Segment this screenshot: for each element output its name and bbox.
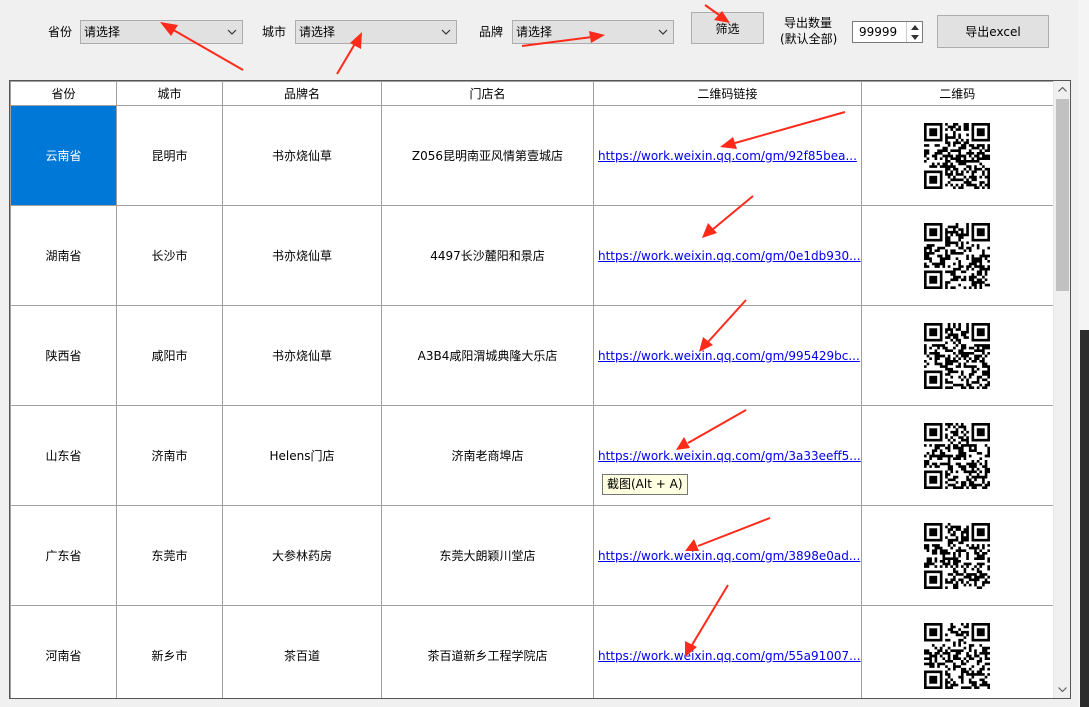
brand-select[interactable]: 请选择 <box>512 20 674 44</box>
cell-store[interactable]: 4497长沙麓阳和景店 <box>381 205 594 306</box>
cell-store[interactable]: Z056昆明南亚风情第壹城店 <box>381 105 594 206</box>
city-select-value: 请选择 <box>299 25 336 39</box>
table-row[interactable]: 陕西省 咸阳市 书亦烧仙草 A3B4咸阳渭城典隆大乐店 https://work… <box>10 305 1054 406</box>
cell-brand[interactable]: 书亦烧仙草 <box>222 205 382 306</box>
cell-brand[interactable]: 书亦烧仙草 <box>222 105 382 206</box>
cell-qr-code <box>860 305 1054 406</box>
qr-link[interactable]: https://work.weixin.qq.com/gm/92f85bea..… <box>598 149 857 163</box>
vertical-scrollbar[interactable] <box>1053 81 1070 698</box>
cell-city[interactable]: 昆明市 <box>116 105 223 206</box>
province-select-value: 请选择 <box>84 25 121 39</box>
cell-province[interactable]: 山东省 <box>10 405 117 506</box>
chevron-down-icon[interactable] <box>656 21 670 43</box>
cell-qr-code <box>860 505 1054 606</box>
scrollbar-thumb[interactable] <box>1056 99 1069 291</box>
cell-store[interactable]: A3B4咸阳渭城典隆大乐店 <box>381 305 594 406</box>
screenshot-tooltip: 截图(Alt + A) <box>602 474 688 495</box>
cell-store[interactable]: 东莞大朗颖川堂店 <box>381 505 594 606</box>
table-row[interactable]: 云南省 昆明市 书亦烧仙草 Z056昆明南亚风情第壹城店 https://wor… <box>10 105 1054 206</box>
cell-city[interactable]: 济南市 <box>116 405 223 506</box>
cell-qr-link[interactable]: https://work.weixin.qq.com/gm/0e1db930..… <box>593 205 862 306</box>
qr-link[interactable]: https://work.weixin.qq.com/gm/3898e0ad..… <box>598 549 860 563</box>
chevron-down-icon[interactable] <box>225 21 239 43</box>
table-row[interactable]: 广东省 东莞市 大参林药房 东莞大朗颖川堂店 https://work.weix… <box>10 505 1054 606</box>
table-header-row: 省份 城市 品牌名 门店名 二维码链接 二维码 <box>10 81 1054 106</box>
header-city[interactable]: 城市 <box>116 81 223 106</box>
cell-qr-code <box>860 105 1054 206</box>
cell-city[interactable]: 新乡市 <box>116 605 223 698</box>
header-province[interactable]: 省份 <box>10 81 117 106</box>
qr-code-icon <box>924 622 991 689</box>
chevron-down-icon[interactable] <box>439 21 453 43</box>
cell-store[interactable]: 济南老商埠店 <box>381 405 594 506</box>
cell-qr-link[interactable]: https://work.weixin.qq.com/gm/3898e0ad..… <box>593 505 862 606</box>
cell-qr-code <box>860 205 1054 306</box>
export-excel-button[interactable]: 导出excel <box>937 15 1049 48</box>
cell-city[interactable]: 东莞市 <box>116 505 223 606</box>
city-select[interactable]: 请选择 <box>295 20 457 44</box>
brand-select-value: 请选择 <box>516 25 553 39</box>
province-select[interactable]: 请选择 <box>80 20 243 44</box>
cell-qr-code <box>860 605 1054 698</box>
cell-qr-link[interactable]: https://work.weixin.qq.com/gm/92f85bea..… <box>593 105 862 206</box>
chevron-down-icon[interactable] <box>1054 681 1071 698</box>
cell-qr-code <box>860 405 1054 506</box>
qr-link[interactable]: https://work.weixin.qq.com/gm/995429bc..… <box>598 349 860 363</box>
cell-brand[interactable]: 茶百道 <box>222 605 382 698</box>
export-count-hint: (默认全部) <box>780 32 838 46</box>
table-row[interactable]: 山东省 济南市 Helens门店 济南老商埠店 https://work.wei… <box>10 405 1054 506</box>
cell-province[interactable]: 河南省 <box>10 605 117 698</box>
cell-brand[interactable]: Helens门店 <box>222 405 382 506</box>
qr-link[interactable]: https://work.weixin.qq.com/gm/3a33eeff5.… <box>598 449 860 463</box>
cell-province[interactable]: 广东省 <box>10 505 117 606</box>
export-count-label: 导出数量 <box>784 16 833 30</box>
chevron-up-icon[interactable] <box>1054 81 1071 98</box>
qr-code-icon <box>924 322 991 389</box>
chevron-up-icon[interactable] <box>907 22 922 32</box>
data-table: 省份 城市 品牌名 门店名 二维码链接 二维码 云南省 昆明市 书亦烧仙草 Z0… <box>10 81 1054 698</box>
header-store[interactable]: 门店名 <box>381 81 594 106</box>
cell-province[interactable]: 云南省 <box>10 105 117 206</box>
cell-city[interactable]: 长沙市 <box>116 205 223 306</box>
qr-code-icon <box>924 522 991 589</box>
qr-code-icon <box>924 422 991 489</box>
cell-city[interactable]: 咸阳市 <box>116 305 223 406</box>
cell-brand[interactable]: 书亦烧仙草 <box>222 305 382 406</box>
filter-button[interactable]: 筛选 <box>691 12 764 44</box>
qr-link[interactable]: https://work.weixin.qq.com/gm/0e1db930..… <box>598 249 860 263</box>
qr-code-icon <box>924 122 991 189</box>
qr-link[interactable]: https://work.weixin.qq.com/gm/55a91007..… <box>598 649 860 663</box>
qr-code-icon <box>924 222 991 289</box>
cell-qr-link[interactable]: https://work.weixin.qq.com/gm/995429bc..… <box>593 305 862 406</box>
province-label: 省份 <box>48 25 73 39</box>
background-window-photo <box>1080 330 1089 707</box>
brand-label: 品牌 <box>479 25 504 39</box>
header-qr-code[interactable]: 二维码 <box>860 81 1054 106</box>
cell-brand[interactable]: 大参林药房 <box>222 505 382 606</box>
cell-province[interactable]: 湖南省 <box>10 205 117 306</box>
export-count-stepper[interactable] <box>906 22 922 42</box>
city-label: 城市 <box>262 25 287 39</box>
cell-store[interactable]: 茶百道新乡工程学院店 <box>381 605 594 698</box>
header-brand[interactable]: 品牌名 <box>222 81 382 106</box>
data-grid[interactable]: 省份 城市 品牌名 门店名 二维码链接 二维码 云南省 昆明市 书亦烧仙草 Z0… <box>9 80 1071 699</box>
export-count-value: 99999 <box>859 25 898 39</box>
cell-qr-link[interactable]: https://work.weixin.qq.com/gm/55a91007..… <box>593 605 862 698</box>
chevron-down-icon[interactable] <box>907 32 922 42</box>
table-row[interactable]: 河南省 新乡市 茶百道 茶百道新乡工程学院店 https://work.weix… <box>10 605 1054 698</box>
header-qr-link[interactable]: 二维码链接 <box>593 81 862 106</box>
table-row[interactable]: 湖南省 长沙市 书亦烧仙草 4497长沙麓阳和景店 https://work.w… <box>10 205 1054 306</box>
cell-province[interactable]: 陕西省 <box>10 305 117 406</box>
